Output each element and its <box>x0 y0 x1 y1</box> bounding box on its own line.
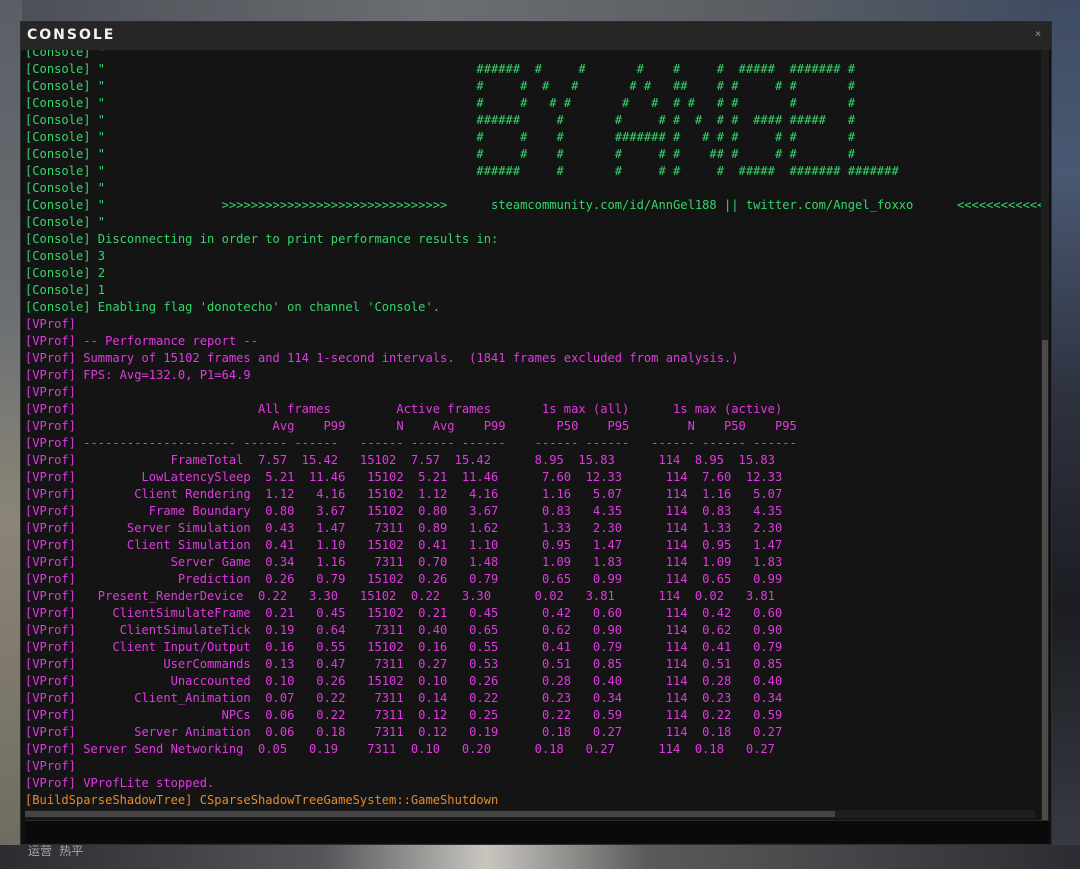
log-line: [VProf] Client Input/Output 0.16 0.55 15… <box>25 640 783 654</box>
log-line: [VProf] -- Performance report -- <box>25 334 258 348</box>
horizontal-scrollbar[interactable] <box>25 810 1035 818</box>
log-line: [VProf] Unaccounted 0.10 0.26 15102 0.10… <box>25 674 783 688</box>
log-line: [Console] " ###### # # # # # ##### #####… <box>25 62 856 76</box>
console-titlebar[interactable]: CONSOLE × <box>21 22 1051 50</box>
console-window: CONSOLE × [Console] " [Console] " ###### … <box>20 21 1052 845</box>
log-line: [VProf] LowLatencySleep 5.21 11.46 15102… <box>25 470 783 484</box>
log-line: [BuildSparseShadowTree] CSparseShadowTre… <box>25 793 499 807</box>
log-line: [VProf] Client Rendering 1.12 4.16 15102… <box>25 487 783 501</box>
log-line: [VProf] All frames Active frames 1s max … <box>25 402 783 416</box>
log-line: [Console] " # # # ####### # # # # # # # <box>25 130 856 144</box>
log-line: [VProf] --------------------- ------ ---… <box>25 436 797 450</box>
log-line: [VProf] ClientSimulateTick 0.19 0.64 731… <box>25 623 783 637</box>
log-line: [VProf] <box>25 385 76 399</box>
game-background-top <box>0 0 1080 22</box>
vertical-scrollbar-thumb[interactable] <box>1042 340 1048 820</box>
log-line: [VProf] Server Simulation 0.43 1.47 7311… <box>25 521 783 535</box>
log-line: [VProf] FrameTotal 7.57 15.42 15102 7.57… <box>25 453 775 467</box>
log-line: [VProf] Summary of 15102 frames and 114 … <box>25 351 739 365</box>
log-line: [Console] Enabling flag 'donotecho' on c… <box>25 300 441 314</box>
log-line: [Console] 1 <box>25 283 106 297</box>
log-line: [VProf] Client Simulation 0.41 1.10 1510… <box>25 538 783 552</box>
log-line: [VProf] Server Send Networking 0.05 0.19… <box>25 742 775 756</box>
log-line: [Console] Disconnecting in order to prin… <box>25 232 499 246</box>
console-title: CONSOLE <box>27 27 116 43</box>
log-line: [VProf] FPS: Avg=132.0, P1=64.9 <box>25 368 251 382</box>
game-background-left <box>0 0 22 869</box>
log-line: [Console] " <box>25 181 106 195</box>
console-log[interactable]: [Console] " [Console] " ###### # # # # # … <box>25 50 1049 822</box>
log-line: [Console] " ###### # # # # # ##### #####… <box>25 164 899 178</box>
log-line: [Console] " # # # # # # ## # # # # # <box>25 79 856 93</box>
log-line: [Console] " <box>25 215 106 229</box>
log-line: [Console] " # # # # # # # # # # # # <box>25 96 856 110</box>
log-line: [VProf] Server Animation 0.06 0.18 7311 … <box>25 725 783 739</box>
log-line: [Console] " >>>>>>>>>>>>>>>>>>>>>>>>>>>>… <box>25 198 1049 212</box>
log-line: [VProf] <box>25 759 76 773</box>
log-line: [VProf] Present_RenderDevice 0.22 3.30 1… <box>25 589 775 603</box>
log-line: [VProf] UserCommands 0.13 0.47 7311 0.27… <box>25 657 783 671</box>
log-line: [VProf] Avg P99 N Avg P99 P50 P95 N P50 … <box>25 419 797 433</box>
log-line: [VProf] Frame Boundary 0.80 3.67 15102 0… <box>25 504 783 518</box>
log-line: [VProf] Client_Animation 0.07 0.22 7311 … <box>25 691 783 705</box>
console-input-bar <box>25 820 1049 843</box>
console-input[interactable] <box>25 821 1049 843</box>
log-line: [VProf] NPCs 0.06 0.22 7311 0.12 0.25 0.… <box>25 708 783 722</box>
game-background-bottom <box>0 845 1080 869</box>
log-line: [Console] " <box>25 50 106 59</box>
log-line: [VProf] ClientSimulateFrame 0.21 0.45 15… <box>25 606 783 620</box>
log-line: [Console] " ###### # # # # # # # #### ##… <box>25 113 856 127</box>
console-log-lines: [Console] " [Console] " ###### # # # # # … <box>25 50 1049 809</box>
log-line: [Console] 3 <box>25 249 106 263</box>
game-background-right <box>1050 0 1080 869</box>
log-line: [VProf] Server Game 0.34 1.16 7311 0.70 … <box>25 555 783 569</box>
log-line: [VProf] VProfLite stopped. <box>25 776 215 790</box>
log-line: [VProf] Prediction 0.26 0.79 15102 0.26 … <box>25 572 783 586</box>
horizontal-scrollbar-thumb[interactable] <box>25 811 835 817</box>
vertical-scrollbar[interactable] <box>1041 50 1049 822</box>
close-icon[interactable]: × <box>1031 27 1045 41</box>
log-line: [VProf] <box>25 317 76 331</box>
log-line: [Console] 2 <box>25 266 106 280</box>
log-line: [Console] " # # # # # # ## # # # # <box>25 147 856 161</box>
